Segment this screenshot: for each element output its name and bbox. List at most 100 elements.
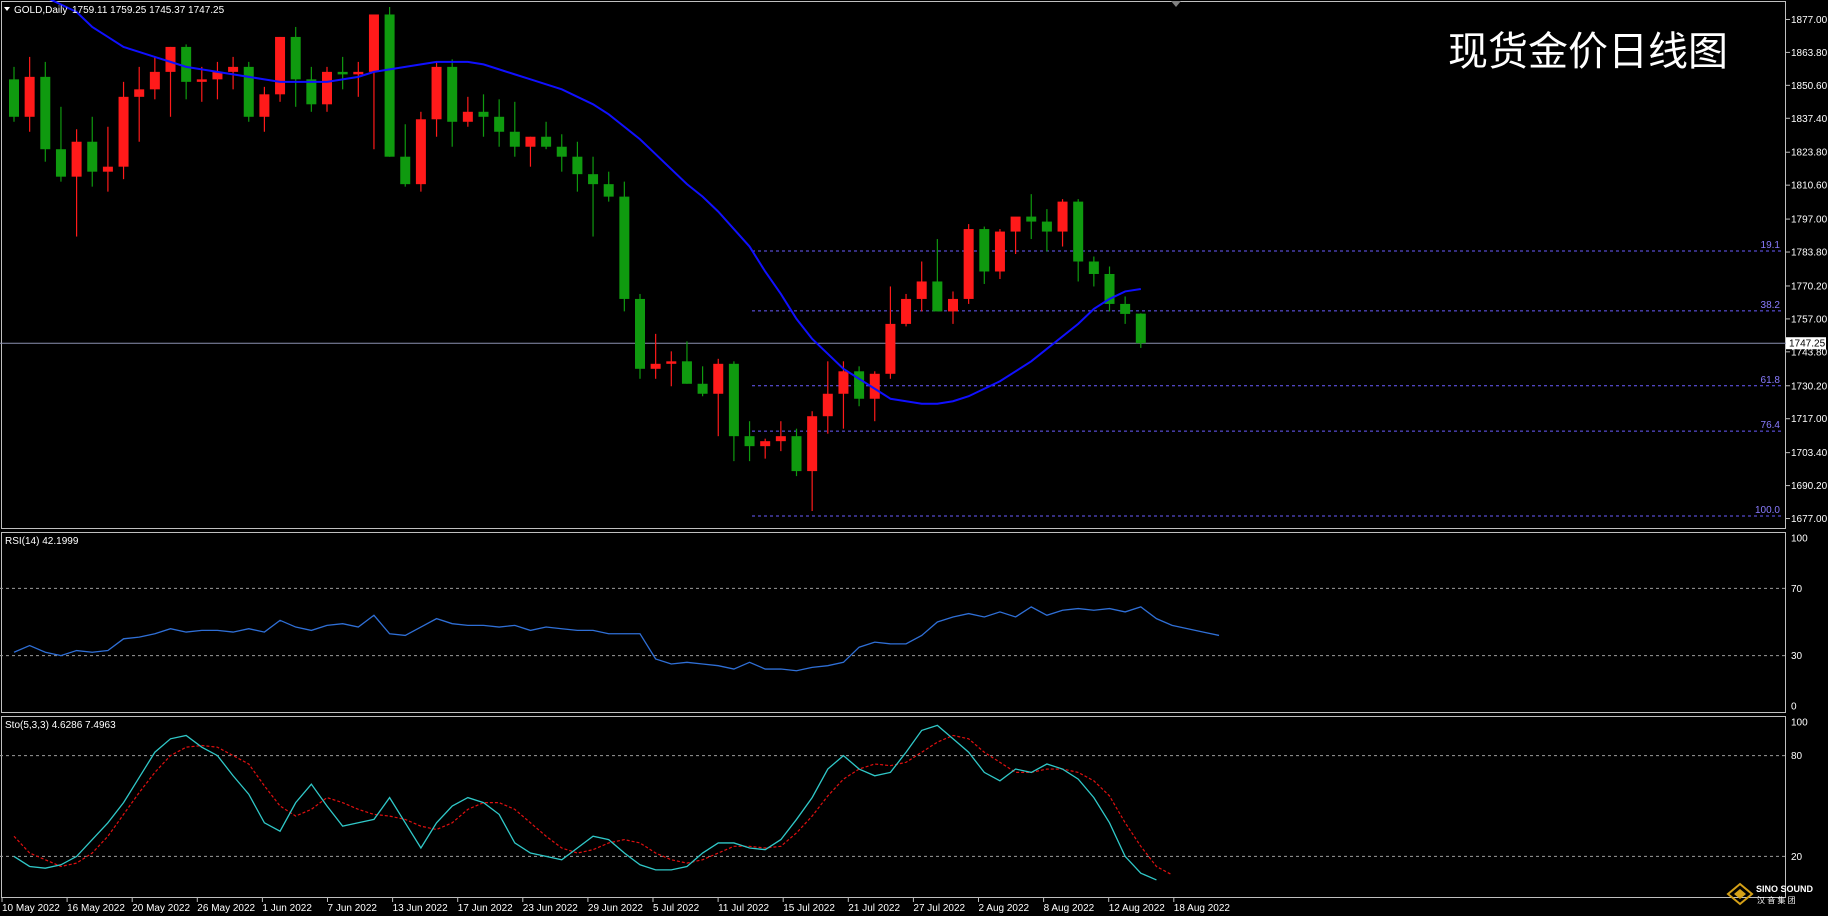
candle-body — [462, 111, 473, 122]
candle-body — [525, 136, 536, 147]
candle-body — [322, 71, 332, 105]
fib-level-label: 38.2 — [1761, 300, 1781, 311]
candle-body — [885, 323, 896, 374]
candle-body — [728, 363, 739, 437]
price-axis-label: 1717.00 — [1791, 414, 1828, 425]
price-axis-label: 1877.00 — [1791, 15, 1828, 26]
candle-body — [650, 363, 661, 369]
candle-body — [134, 89, 145, 97]
candle-body — [713, 363, 724, 394]
price-axis-label: 1677.00 — [1791, 514, 1828, 525]
date-axis-label: 26 May 2022 — [197, 903, 255, 914]
sto-axis-label: 100 — [1791, 718, 1808, 729]
candle-body — [948, 298, 958, 312]
price-axis-label: 1837.40 — [1791, 114, 1828, 125]
gold-daily-chart[interactable]: 19.1 38.2 61.8 76.4 100.0 1877.00 1863.80 1850… — [0, 0, 1828, 916]
date-axis-label: 11 Jul 2022 — [718, 903, 769, 914]
candle-body — [494, 116, 505, 132]
date-axis-label: 17 Jun 2022 — [458, 903, 513, 914]
candle-body — [572, 156, 583, 175]
date-axis-label: 20 May 2022 — [132, 903, 190, 914]
date-axis-label: 2 Aug 2022 — [979, 903, 1030, 914]
candle-body — [681, 361, 692, 384]
candle-body — [963, 229, 974, 299]
candle-body — [1120, 303, 1131, 314]
candle-body — [1026, 216, 1037, 222]
price-axis-label: 1783.80 — [1791, 248, 1828, 259]
current-price-label: 1747.25 — [1789, 339, 1826, 350]
candle-body — [744, 436, 755, 447]
fib-level-label: 76.4 — [1761, 420, 1781, 431]
sto-axis-label: 80 — [1791, 751, 1803, 762]
candle-body — [916, 281, 927, 299]
price-axis-label: 1863.80 — [1791, 48, 1828, 59]
fib-level-label: 61.8 — [1761, 375, 1781, 386]
candle-body — [901, 298, 912, 324]
candle-body — [775, 436, 786, 442]
candle-body — [181, 46, 192, 82]
candle-body — [306, 79, 317, 105]
brand-subtitle: 汉 音 集 团 — [1757, 895, 1796, 905]
date-axis-label: 1 Jun 2022 — [262, 903, 312, 914]
candle-body — [635, 298, 645, 369]
candle-body — [838, 371, 849, 394]
price-axis-label: 1797.00 — [1791, 215, 1828, 226]
sto-label: Sto(5,3,3) 4.6286 7.4963 — [5, 720, 116, 731]
candle-body — [666, 361, 677, 364]
candle-body — [603, 184, 614, 197]
candle-body — [9, 79, 19, 117]
candle-body — [368, 14, 379, 72]
candle-body — [55, 149, 66, 177]
price-axis-label: 1757.00 — [1791, 314, 1828, 325]
fib-level-label: 19.1 — [1761, 240, 1781, 251]
candle-body — [118, 96, 129, 167]
candle-body — [1135, 313, 1146, 344]
candle-body — [40, 76, 51, 150]
candle-body — [994, 231, 1005, 272]
candle-body — [509, 131, 520, 147]
chart-watermark-title: 现货金价日线图 — [1448, 29, 1728, 75]
price-axis-label: 1703.40 — [1791, 448, 1828, 459]
rsi-label: RSI(14) 42.1999 — [5, 536, 79, 547]
candle-body — [102, 166, 113, 172]
candle-body — [1057, 201, 1068, 232]
candle-body — [822, 393, 833, 417]
date-axis-label: 21 Jul 2022 — [848, 903, 900, 914]
candle-body — [478, 111, 489, 117]
candle-body — [1073, 201, 1084, 262]
candle-body — [932, 281, 943, 312]
brand-name: SINO SOUND — [1756, 884, 1814, 894]
candle-body — [275, 36, 286, 95]
ohlc-label: 1759.11 1759.25 1745.37 1747.25 — [72, 5, 225, 16]
candle-body — [760, 441, 771, 447]
candle-body — [619, 196, 630, 299]
candle-body — [353, 71, 364, 75]
candle-body — [259, 94, 270, 117]
price-axis-label: 1770.20 — [1791, 281, 1828, 292]
candle-body — [337, 71, 348, 75]
rsi-axis-label: 100 — [1791, 534, 1808, 545]
date-axis-label: 18 Aug 2022 — [1174, 903, 1231, 914]
candle-body — [1088, 261, 1099, 274]
candle-body — [541, 136, 552, 147]
candle-body — [807, 416, 818, 472]
candle-body — [979, 229, 990, 272]
fib-level-label: 100.0 — [1755, 505, 1780, 516]
sto-axis-label: 20 — [1791, 852, 1803, 863]
date-axis-label: 29 Jun 2022 — [588, 903, 643, 914]
candle-body — [1010, 216, 1021, 232]
date-axis-label: 13 Jun 2022 — [393, 903, 448, 914]
candle-body — [1041, 221, 1052, 232]
symbol-label: GOLD,Daily — [14, 5, 67, 16]
date-axis-label: 5 Jul 2022 — [653, 903, 700, 914]
rsi-axis-label: 0 — [1791, 702, 1797, 713]
candle-body — [149, 71, 160, 90]
price-axis-label: 1823.80 — [1791, 148, 1828, 159]
date-axis-label: 7 Jun 2022 — [328, 903, 378, 914]
date-axis-label: 12 Aug 2022 — [1109, 903, 1166, 914]
price-axis-label: 1730.20 — [1791, 381, 1828, 392]
candle-body — [588, 174, 599, 185]
price-axis-label: 1850.60 — [1791, 81, 1828, 92]
rsi-axis-label: 70 — [1791, 584, 1803, 595]
candle-body — [556, 146, 567, 157]
